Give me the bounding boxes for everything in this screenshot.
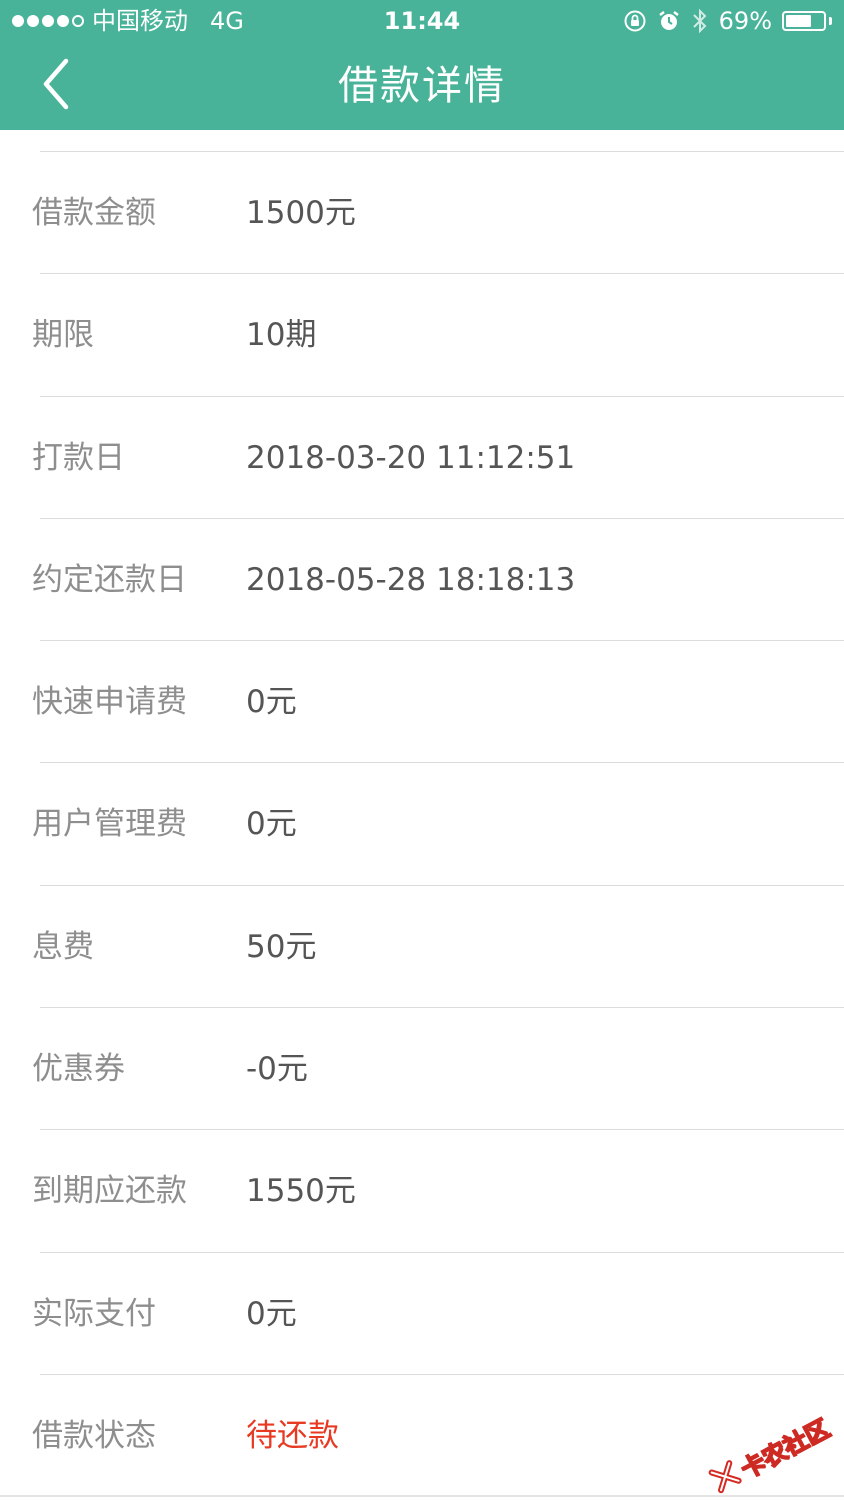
detail-label: 实际支付 bbox=[32, 1295, 156, 1332]
detail-row-fast-application-fee: 快速申请费 0元 bbox=[0, 641, 844, 764]
status-badge: 待还款 bbox=[246, 1417, 339, 1454]
page-title: 借款详情 bbox=[338, 63, 506, 109]
nav-bar: 借款详情 bbox=[0, 42, 844, 130]
app-header: 中国移动 4G 11:44 69% 借款详情 bbox=[0, 0, 844, 130]
detail-label: 到期应还款 bbox=[32, 1173, 187, 1210]
detail-label: 优惠券 bbox=[32, 1051, 125, 1088]
detail-label: 期限 bbox=[32, 317, 94, 354]
detail-label: 约定还款日 bbox=[32, 561, 187, 598]
detail-value: 50元 bbox=[246, 928, 317, 965]
battery-fill bbox=[786, 15, 811, 27]
detail-row-due-date: 约定还款日 2018-05-28 18:18:13 bbox=[0, 519, 844, 642]
detail-value: 10期 bbox=[246, 317, 317, 354]
status-right: 69% bbox=[623, 0, 832, 42]
battery-percent: 69% bbox=[718, 7, 772, 35]
detail-label: 用户管理费 bbox=[32, 806, 187, 843]
detail-row-amount-due: 到期应还款 1550元 bbox=[0, 1130, 844, 1253]
detail-row-interest-fee: 息费 50元 bbox=[0, 886, 844, 1009]
detail-row-user-management-fee: 用户管理费 0元 bbox=[0, 763, 844, 887]
detail-value: 1500元 bbox=[246, 195, 356, 231]
detail-value: 0元 bbox=[246, 806, 297, 843]
detail-value: 2018-05-28 18:18:13 bbox=[246, 561, 576, 598]
detail-label: 借款金额 bbox=[32, 195, 156, 231]
detail-label: 借款状态 bbox=[32, 1417, 156, 1454]
detail-label: 打款日 bbox=[32, 439, 125, 476]
bluetooth-icon bbox=[691, 8, 709, 34]
detail-value: 0元 bbox=[246, 684, 297, 721]
detail-row-loan-amount: 借款金额 1500元 bbox=[0, 152, 844, 275]
battery-tip bbox=[829, 17, 832, 25]
detail-row-term: 期限 10期 bbox=[0, 274, 844, 397]
detail-row-actual-paid: 实际支付 0元 bbox=[0, 1253, 844, 1376]
detail-value: 2018-03-20 11:12:51 bbox=[246, 439, 576, 476]
orientation-lock-icon bbox=[623, 9, 647, 33]
loan-detail-list: 借款金额 1500元 期限 10期 打款日 2018-03-20 11:12:5… bbox=[0, 152, 844, 1498]
battery-icon bbox=[782, 11, 826, 31]
detail-value: 1550元 bbox=[246, 1173, 356, 1210]
detail-row-coupon: 优惠券 -0元 bbox=[0, 1008, 844, 1131]
detail-value: 0元 bbox=[246, 1295, 297, 1332]
alarm-icon bbox=[657, 9, 681, 33]
detail-row-disbursement-date: 打款日 2018-03-20 11:12:51 bbox=[0, 397, 844, 520]
status-bar: 中国移动 4G 11:44 69% bbox=[0, 0, 844, 42]
detail-value: -0元 bbox=[246, 1051, 308, 1088]
detail-label: 快速申请费 bbox=[32, 684, 187, 721]
detail-label: 息费 bbox=[32, 928, 94, 965]
